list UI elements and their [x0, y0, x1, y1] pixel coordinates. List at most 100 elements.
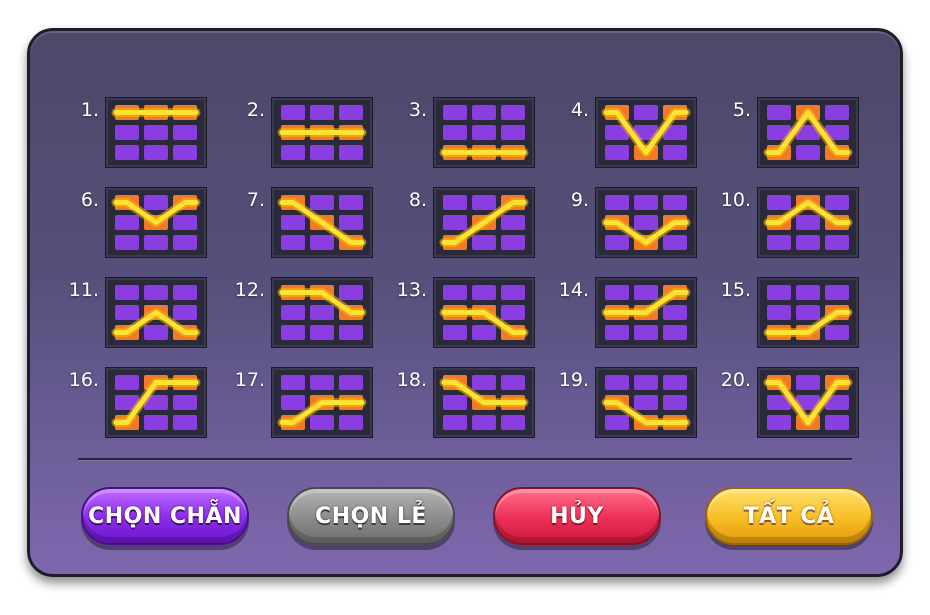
- reel-cell: [115, 375, 139, 390]
- reel-cell: [144, 235, 168, 250]
- reel-cell: [339, 215, 363, 230]
- payline-diagram: [763, 105, 853, 160]
- cancel-button[interactable]: HỦY: [493, 487, 661, 545]
- payline-diagram: [111, 285, 201, 340]
- payline-diagram: [601, 195, 691, 250]
- reel-cell: [281, 375, 305, 390]
- payline-thumbnail[interactable]: [757, 367, 859, 438]
- reel-cell: [339, 105, 363, 120]
- reel-cell: [339, 375, 363, 390]
- payline-diagram: [763, 375, 853, 430]
- payline-thumbnail[interactable]: [757, 187, 859, 258]
- payline-thumbnail[interactable]: [105, 187, 207, 258]
- select-even-label: CHỌN CHẴN: [88, 503, 242, 529]
- reel-cell: [310, 325, 334, 340]
- payline-thumbnail[interactable]: [271, 97, 373, 168]
- reel-cell: [472, 415, 496, 430]
- reel-cell: [443, 285, 467, 300]
- reel-cell: [605, 325, 629, 340]
- payline-diagram: [277, 195, 367, 250]
- reel-cell: [144, 195, 168, 210]
- reel-cell: [501, 285, 525, 300]
- reel-cell: [173, 125, 197, 140]
- reel-cell: [443, 395, 467, 410]
- payline-thumbnail[interactable]: [595, 187, 697, 258]
- reel-cell: [501, 375, 525, 390]
- reel-cell: [115, 285, 139, 300]
- reel-cell: [472, 325, 496, 340]
- reel-cell: [501, 125, 525, 140]
- reel-cell: [310, 105, 334, 120]
- reel-cell: [796, 235, 820, 250]
- reel-cell: [605, 235, 629, 250]
- reel-cell: [663, 305, 687, 320]
- payline-number: 11.: [68, 279, 99, 301]
- reel-cell: [825, 285, 849, 300]
- payline-number: 17.: [234, 369, 265, 391]
- payline-thumbnail[interactable]: [757, 97, 859, 168]
- payline-thumbnail[interactable]: [757, 277, 859, 348]
- payline-diagram: [601, 285, 691, 340]
- reel-cell: [472, 285, 496, 300]
- reel-cell: [144, 415, 168, 430]
- payline-thumbnail[interactable]: [433, 97, 535, 168]
- payline-diagram: [111, 195, 201, 250]
- payline-thumbnail[interactable]: [105, 367, 207, 438]
- reel-cell: [281, 145, 305, 160]
- reel-cell: [115, 235, 139, 250]
- reel-cell: [281, 305, 305, 320]
- reel-cell: [501, 235, 525, 250]
- reel-cell: [605, 285, 629, 300]
- payline-thumbnail[interactable]: [595, 277, 697, 348]
- reel-cell: [767, 285, 791, 300]
- reel-cell: [310, 375, 334, 390]
- payline-diagram: [439, 195, 529, 250]
- payline-diagram: [111, 375, 201, 430]
- payline-number: 7.: [246, 189, 265, 211]
- payline-number: 2.: [246, 99, 265, 121]
- reel-cell: [115, 215, 139, 230]
- payline-thumbnail[interactable]: [433, 277, 535, 348]
- payline-thumbnail[interactable]: [105, 97, 207, 168]
- reel-cell: [443, 105, 467, 120]
- reel-cell: [472, 195, 496, 210]
- reel-cell: [634, 195, 658, 210]
- select-all-button[interactable]: TẤT CẢ: [705, 487, 873, 545]
- payline-diagram: [439, 375, 529, 430]
- payline-thumbnail[interactable]: [595, 367, 697, 438]
- payline-number: 9.: [570, 189, 589, 211]
- reel-cell: [605, 145, 629, 160]
- reel-cell: [310, 235, 334, 250]
- reel-cell: [663, 395, 687, 410]
- reel-cell: [339, 325, 363, 340]
- reel-cell: [173, 285, 197, 300]
- reel-cell: [443, 125, 467, 140]
- payline-number: 20.: [720, 369, 751, 391]
- payline-thumbnail[interactable]: [105, 277, 207, 348]
- payline-thumbnail[interactable]: [433, 187, 535, 258]
- select-odd-label: CHỌN LẺ: [315, 503, 427, 529]
- reel-cell: [767, 235, 791, 250]
- reel-cell: [796, 375, 820, 390]
- payline-number: 16.: [68, 369, 99, 391]
- select-odd-button[interactable]: CHỌN LẺ: [287, 487, 455, 545]
- reel-cell: [173, 415, 197, 430]
- payline-thumbnail[interactable]: [595, 97, 697, 168]
- reel-cell: [115, 125, 139, 140]
- payline-thumbnail[interactable]: [433, 367, 535, 438]
- payline-diagram: [763, 285, 853, 340]
- reel-cell: [144, 285, 168, 300]
- payline-thumbnail[interactable]: [271, 277, 373, 348]
- reel-cell: [796, 285, 820, 300]
- reel-cell: [472, 375, 496, 390]
- payline-thumbnail[interactable]: [271, 367, 373, 438]
- reel-cell: [501, 305, 525, 320]
- reel-cell: [634, 215, 658, 230]
- reel-cell: [634, 325, 658, 340]
- reel-cell: [443, 415, 467, 430]
- select-even-button[interactable]: CHỌN CHẴN: [81, 487, 249, 545]
- reel-cell: [144, 145, 168, 160]
- payline-diagram: [601, 375, 691, 430]
- payline-thumbnail[interactable]: [271, 187, 373, 258]
- reel-cell: [339, 285, 363, 300]
